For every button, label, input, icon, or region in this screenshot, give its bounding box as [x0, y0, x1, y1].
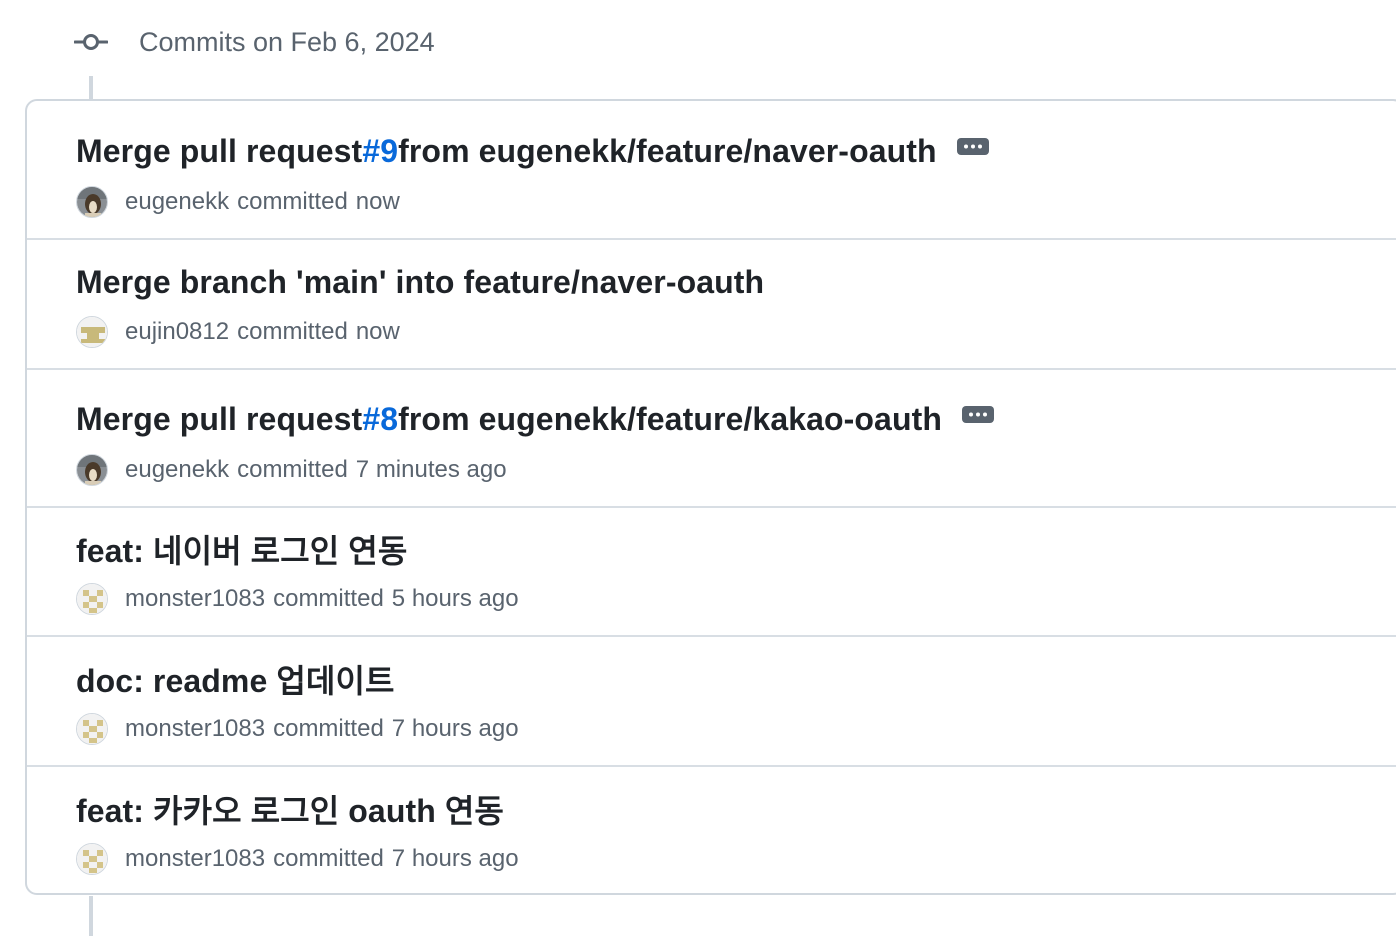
commit-group-header: Commits on Feb 6, 2024: [74, 22, 435, 62]
commit-action: committed: [273, 715, 384, 742]
commit-meta: eugenekk committed now: [76, 184, 400, 220]
pull-request-link[interactable]: #9: [362, 133, 398, 170]
commit-title: Merge pull request #8 from eugenekk/feat…: [76, 397, 995, 441]
expand-message-button[interactable]: [956, 137, 989, 155]
commit-action: committed: [273, 845, 384, 872]
commit-message-link[interactable]: Merge branch 'main' into feature/naver-o…: [76, 264, 764, 301]
timeline-line: [89, 896, 93, 936]
expand-message-button[interactable]: [962, 405, 995, 423]
relative-time: 7 minutes ago: [355, 456, 507, 483]
identicon-avatar[interactable]: [76, 843, 108, 875]
git-commit-icon: [74, 22, 108, 62]
commit-title: feat: 네이버 로그인 연동: [76, 527, 407, 571]
commit-message-link[interactable]: feat: 카카오 로그인 oauth 연동: [76, 786, 504, 832]
relative-time: 7 hours ago: [391, 715, 519, 742]
commit-message-link[interactable]: from eugenekk/feature/kakao-oauth: [398, 401, 942, 438]
commit-row: Merge pull request #8 from eugenekk/feat…: [27, 370, 1396, 508]
relative-time: now: [355, 188, 400, 215]
commit-action: committed: [273, 585, 384, 612]
ellipsis-icon: [969, 412, 988, 416]
commit-action: committed: [237, 456, 348, 483]
commit-message-link[interactable]: from eugenekk/feature/naver-oauth: [398, 133, 937, 170]
author-link[interactable]: eugenekk: [125, 188, 229, 216]
photo-avatar[interactable]: [76, 454, 108, 486]
pull-request-link[interactable]: #8: [362, 401, 398, 438]
commit-title: doc: readme 업데이트: [76, 657, 395, 701]
commit-meta: monster1083 committed 7 hours ago: [76, 841, 519, 877]
identicon-avatar[interactable]: [76, 316, 108, 348]
commit-meta: monster1083 committed 7 hours ago: [76, 711, 519, 747]
commit-meta: eugenekk committed 7 minutes ago: [76, 452, 507, 488]
author-link[interactable]: monster1083: [125, 845, 265, 873]
commit-title: feat: 카카오 로그인 oauth 연동: [76, 787, 504, 831]
author-link[interactable]: eujin0812: [125, 318, 229, 346]
relative-time: now: [355, 318, 400, 345]
commit-row: Merge pull request #9 from eugenekk/feat…: [27, 101, 1396, 240]
commit-meta: eujin0812 committed now: [76, 314, 400, 350]
commit-row: doc: readme 업데이트 monster1083 committed 7…: [27, 637, 1396, 767]
commit-message-link[interactable]: feat: 네이버 로그인 연동: [76, 526, 407, 572]
ellipsis-icon: [963, 144, 982, 148]
commit-message-link[interactable]: Merge pull request: [76, 133, 362, 170]
commit-row: feat: 카카오 로그인 oauth 연동 monster1083 commi…: [27, 767, 1396, 893]
commit-action: committed: [237, 318, 348, 345]
commit-group-date: Commits on Feb 6, 2024: [139, 26, 435, 57]
commit-action: committed: [237, 188, 348, 215]
identicon-avatar[interactable]: [76, 713, 108, 745]
commit-message-link[interactable]: Merge pull request: [76, 401, 362, 438]
commit-message-link[interactable]: doc: readme 업데이트: [76, 656, 395, 702]
relative-time: 7 hours ago: [391, 845, 519, 872]
relative-time: 5 hours ago: [391, 585, 519, 612]
author-link[interactable]: monster1083: [125, 715, 265, 743]
commit-title: Merge pull request #9 from eugenekk/feat…: [76, 129, 989, 173]
commit-row: feat: 네이버 로그인 연동 monster1083 committed 5…: [27, 508, 1396, 637]
commit-list: Merge pull request #9 from eugenekk/feat…: [25, 99, 1396, 895]
photo-avatar[interactable]: [76, 186, 108, 218]
author-link[interactable]: eugenekk: [125, 456, 229, 484]
identicon-avatar[interactable]: [76, 583, 108, 615]
commit-title: Merge branch 'main' into feature/naver-o…: [76, 260, 764, 304]
author-link[interactable]: monster1083: [125, 585, 265, 613]
commit-row: Merge branch 'main' into feature/naver-o…: [27, 240, 1396, 370]
commit-meta: monster1083 committed 5 hours ago: [76, 581, 519, 617]
